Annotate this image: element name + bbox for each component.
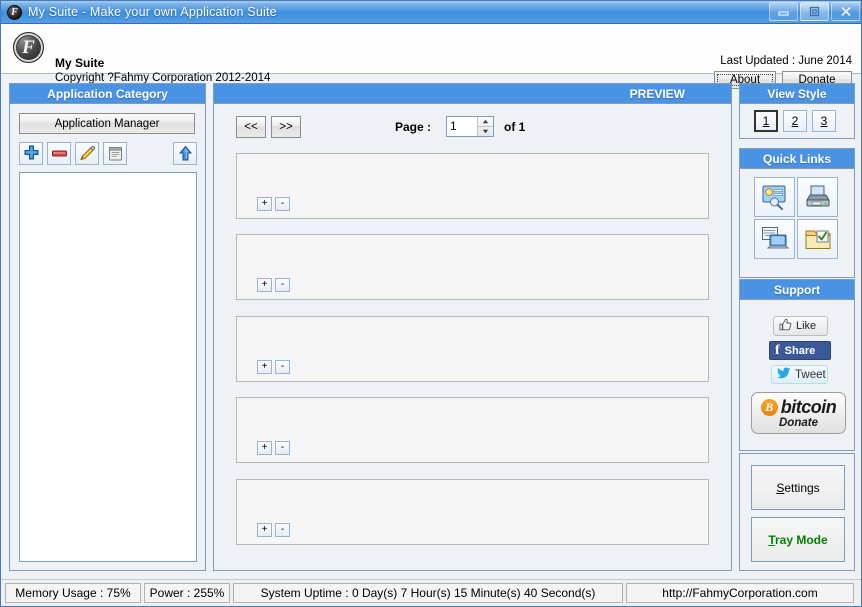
- preview-item[interactable]: + -: [236, 397, 709, 463]
- preview-remove-button[interactable]: -: [275, 523, 290, 537]
- view-style-option-3-label: 3: [820, 114, 828, 128]
- bitcoin-row: B bitcoin: [760, 397, 837, 418]
- application-category-title: Application Category: [10, 84, 205, 104]
- page-total-label: of 1: [504, 120, 526, 134]
- category-toolbar: [19, 141, 197, 165]
- notepad-icon[interactable]: [103, 141, 127, 165]
- page-number-input[interactable]: 1: [447, 117, 477, 136]
- add-icon[interactable]: [19, 141, 43, 165]
- view-style-option-2[interactable]: 2: [783, 110, 807, 132]
- system-tasks-icon[interactable]: [754, 219, 795, 259]
- facebook-f-icon: f: [775, 343, 780, 358]
- view-style-option-2-label: 2: [791, 114, 799, 128]
- preview-item[interactable]: + -: [236, 316, 709, 382]
- twitter-bird-icon: [777, 367, 791, 382]
- preview-remove-button[interactable]: -: [275, 197, 290, 211]
- preview-item[interactable]: + -: [236, 234, 709, 300]
- preview-item-buttons: + -: [257, 360, 290, 374]
- category-list[interactable]: [19, 172, 197, 562]
- share-label: Share: [784, 344, 816, 357]
- preview-add-button[interactable]: +: [257, 360, 272, 374]
- app-header: F My Suite Copyright ?Fahmy Corporation …: [1, 24, 861, 89]
- preview-remove-button[interactable]: -: [275, 278, 290, 292]
- edit-pencil-icon[interactable]: [75, 141, 99, 165]
- bitcoin-donate-label: Donate: [779, 417, 818, 429]
- application-manager-button[interactable]: Application Manager: [19, 113, 195, 134]
- move-up-arrow-icon[interactable]: [173, 141, 197, 165]
- last-updated-text: Last Updated : June 2014: [720, 55, 852, 67]
- stepper-down-icon[interactable]: [478, 126, 493, 136]
- preview-item[interactable]: + -: [236, 153, 709, 219]
- preview-item-buttons: + -: [257, 278, 290, 292]
- application-window: F My Suite - Make your own Application S…: [0, 0, 862, 607]
- window-logo-icon: F: [7, 4, 22, 20]
- restore-icon[interactable]: [800, 2, 829, 21]
- preview-remove-button[interactable]: -: [275, 360, 290, 374]
- like-label: Like: [796, 320, 817, 332]
- twitter-tweet-button[interactable]: Tweet: [771, 365, 828, 384]
- preview-panel: PREVIEW << >> Page : 1 of 1 + - + - + - …: [213, 83, 732, 571]
- tweet-label: Tweet: [795, 368, 826, 381]
- app-name: My Suite: [55, 56, 105, 70]
- view-style-title: View Style: [740, 84, 854, 104]
- bitcoin-label: bitcoin: [780, 397, 837, 417]
- view-style-option-3[interactable]: 3: [812, 110, 836, 132]
- preview-add-button[interactable]: +: [257, 523, 272, 537]
- preview-item-buttons: + -: [257, 523, 290, 537]
- preview-item[interactable]: + -: [236, 479, 709, 545]
- window-title: My Suite - Make your own Application Sui…: [28, 5, 277, 19]
- settings-button-label: Settings: [776, 480, 820, 495]
- control-panel-icon[interactable]: [754, 177, 795, 217]
- support-panel: Support Like f Share Tweet B bitcoin Don…: [739, 279, 855, 451]
- preview-add-button[interactable]: +: [257, 441, 272, 455]
- close-icon[interactable]: [831, 2, 860, 21]
- page-number-stepper[interactable]: 1: [446, 116, 494, 137]
- quick-links-grid: [754, 177, 838, 259]
- folder-check-icon[interactable]: [797, 219, 838, 259]
- status-system-uptime: System Uptime : 0 Day(s) 7 Hour(s) 15 Mi…: [233, 583, 623, 603]
- facebook-share-button[interactable]: f Share: [769, 341, 831, 360]
- view-style-option-1-label: 1: [762, 114, 770, 128]
- support-title: Support: [740, 280, 854, 300]
- window-controls: [767, 2, 860, 21]
- previous-page-button[interactable]: <<: [236, 116, 266, 138]
- quick-links-panel: Quick Links: [739, 148, 855, 278]
- view-style-panel: View Style 1 2 3: [739, 83, 855, 139]
- preview-item-buttons: + -: [257, 441, 290, 455]
- stepper-up-icon[interactable]: [478, 117, 493, 126]
- settings-button[interactable]: Settings: [751, 465, 845, 510]
- facebook-like-button[interactable]: Like: [773, 316, 828, 336]
- page-label: Page :: [395, 120, 432, 134]
- title-bar: F My Suite - Make your own Application S…: [1, 1, 861, 24]
- status-memory-usage: Memory Usage : 75%: [5, 583, 141, 603]
- status-power: Power : 255%: [144, 583, 230, 603]
- tray-mode-button[interactable]: Tray Mode: [751, 517, 845, 562]
- bitcoin-coin-icon: B: [760, 399, 778, 416]
- view-style-option-1[interactable]: 1: [754, 110, 778, 132]
- minimize-icon[interactable]: [769, 2, 798, 21]
- pager-row: << >> Page : 1 of 1: [214, 105, 731, 145]
- preview-remove-button[interactable]: -: [275, 441, 290, 455]
- preview-add-button[interactable]: +: [257, 278, 272, 292]
- preview-title: PREVIEW: [214, 84, 731, 104]
- status-bar: Memory Usage : 75% Power : 255% System U…: [1, 579, 861, 606]
- brand-logo-icon: F: [13, 32, 44, 63]
- next-page-button[interactable]: >>: [271, 116, 301, 138]
- actions-panel: Settings Tray Mode: [739, 453, 855, 571]
- tray-mode-button-label: Tray Mode: [768, 532, 828, 547]
- application-category-panel: Application Category Application Manager: [9, 83, 206, 571]
- bitcoin-donate-button[interactable]: B bitcoin Donate: [751, 392, 846, 434]
- page-stepper-arrows: [477, 117, 493, 136]
- thumbs-up-icon: [779, 318, 792, 334]
- view-style-options: 1 2 3: [754, 110, 836, 132]
- printers-devices-icon[interactable]: [797, 177, 838, 217]
- status-website-url[interactable]: http://FahmyCorporation.com: [626, 583, 854, 603]
- preview-add-button[interactable]: +: [257, 197, 272, 211]
- quick-links-title: Quick Links: [740, 149, 854, 169]
- preview-item-buttons: + -: [257, 197, 290, 211]
- remove-icon[interactable]: [47, 141, 71, 165]
